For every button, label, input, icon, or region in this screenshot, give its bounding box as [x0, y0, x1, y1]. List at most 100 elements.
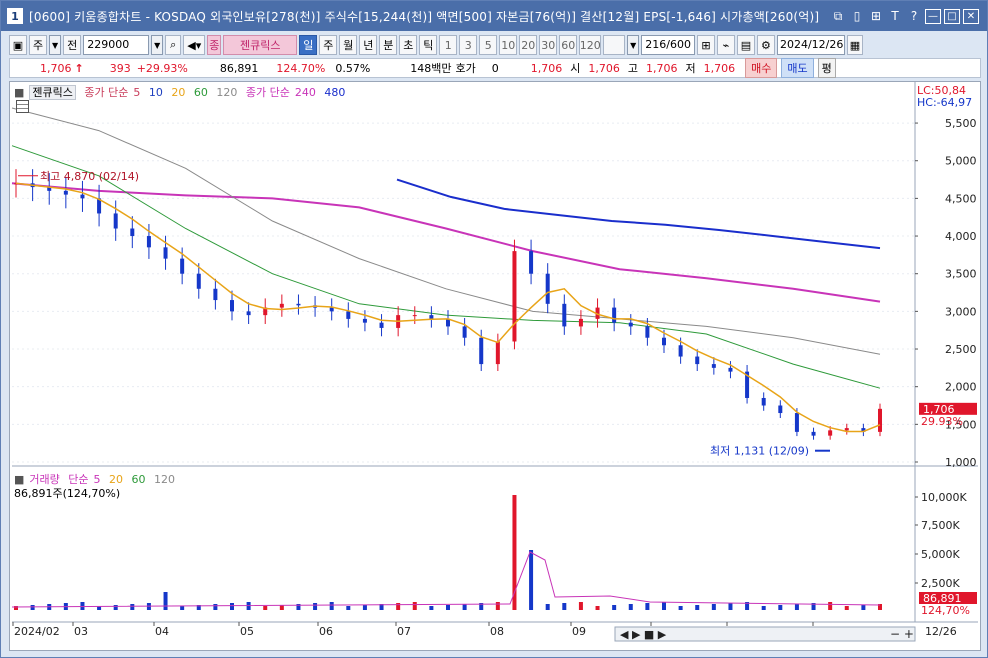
interval-year[interactable]: 년	[359, 35, 378, 55]
table-icon[interactable]	[16, 100, 29, 113]
stock-prefix-badge: 종	[207, 35, 222, 55]
candle-body	[645, 326, 650, 338]
quote-label: 호가	[455, 62, 476, 75]
window-title: [0600] 키움종합차트 - KOSDAQ 외국인보유[278(천)] 주식수…	[29, 9, 820, 24]
period-select[interactable]: 주	[29, 35, 48, 55]
interval-month[interactable]: 월	[339, 35, 358, 55]
legend-ma60[interactable]: 60	[194, 86, 208, 99]
chart-type-icon[interactable]: ▣	[9, 35, 27, 55]
candle-body	[778, 405, 783, 414]
interval-num-1[interactable]: 1	[439, 35, 458, 55]
volume-ma-line	[11, 551, 881, 608]
help-icon[interactable]: ?	[906, 9, 922, 24]
interval-num-10[interactable]: 10	[499, 35, 518, 55]
window-number-icon[interactable]: 1	[7, 8, 23, 24]
volume-bar	[346, 606, 351, 610]
interval-second[interactable]: 초	[399, 35, 418, 55]
text-icon[interactable]: T	[887, 9, 903, 24]
chart-canvas[interactable]: 5,500 5,000 4,500 4,000 3,500 3,000 2,500 2,000…	[10, 82, 980, 650]
high-price: 1,706	[646, 61, 678, 75]
interval-num-120[interactable]: 120	[579, 35, 602, 55]
candle-body	[578, 318, 583, 327]
interval-minute[interactable]: 분	[379, 35, 398, 55]
data-count-input[interactable]: 216/600	[641, 35, 695, 55]
interval-week[interactable]: 주	[319, 35, 338, 55]
legend-ma20[interactable]: 20	[171, 86, 185, 99]
last-date-label: 12/26	[925, 625, 957, 638]
interval-num-5[interactable]: 5	[479, 35, 498, 55]
gear-icon[interactable]: ⚙	[756, 35, 775, 55]
candle-body	[329, 307, 334, 312]
chart-window: 1 [0600] 키움종합차트 - KOSDAQ 외국인보유[278(천)] 주…	[0, 0, 988, 658]
compare-icon[interactable]: ⌁	[716, 35, 735, 55]
volume-ma120[interactable]: 120	[154, 473, 175, 486]
interval-num-30[interactable]: 30	[539, 35, 558, 55]
sell-order-button[interactable]: 매도	[781, 58, 814, 78]
volume-ma60[interactable]: 60	[132, 473, 146, 486]
candle-body	[113, 213, 118, 229]
volume-bar	[213, 604, 218, 610]
low-label: 저	[685, 62, 696, 75]
legend-ma480[interactable]: 480	[324, 86, 345, 99]
legend-ma240[interactable]: 240	[295, 86, 316, 99]
legend-ma5[interactable]: 5	[133, 86, 140, 99]
close-button[interactable]: ✕	[963, 9, 979, 24]
candle-body	[612, 307, 617, 323]
volume-bar	[396, 603, 401, 610]
candle-body	[213, 288, 218, 301]
price-tick-label: 1,000	[945, 456, 977, 469]
date-tick-label: 09	[572, 625, 586, 638]
ma20-line	[15, 182, 881, 433]
volume-tag-pct: 124,70%	[921, 604, 970, 617]
link-icon[interactable]: ⧉	[830, 9, 846, 24]
price-tick-label: 2,000	[945, 381, 977, 394]
volume-bar	[230, 603, 234, 610]
grid-icon[interactable]: ⊞	[696, 35, 715, 55]
candle-body	[662, 337, 666, 346]
stock-dropdown-icon[interactable]: ▼	[151, 35, 164, 55]
candle-body	[279, 303, 284, 308]
minimize-panel-icon[interactable]: ▯	[849, 9, 865, 24]
volume-value: 86,891	[219, 61, 259, 75]
volume-ratio: 124.70%	[276, 61, 326, 75]
candle-body	[80, 194, 85, 199]
candle-body	[180, 258, 185, 274]
legend-ma10[interactable]: 10	[149, 86, 163, 99]
high-marker-label: 최고 4,870 (02/14)	[40, 170, 139, 183]
interval-dropdown-icon[interactable]: ▼	[627, 35, 640, 55]
current-price-2: 1,706	[530, 61, 563, 75]
stock-name[interactable]: 젠큐릭스	[223, 35, 298, 55]
maximize-button[interactable]: □	[944, 9, 960, 24]
interval-day[interactable]: 일	[299, 35, 318, 55]
chevron-down-icon[interactable]: ▼	[49, 35, 62, 55]
average-button[interactable]: 평	[817, 58, 836, 78]
ma-line-종가-단순-60	[11, 145, 881, 389]
layout-icon[interactable]: ⊞	[868, 9, 884, 24]
stock-code-input[interactable]: 229000	[83, 35, 150, 55]
candle-body	[562, 303, 567, 327]
custom-interval-input[interactable]	[603, 35, 626, 55]
legend-square-icon[interactable]: ■	[14, 86, 24, 99]
interval-num-60[interactable]: 60	[559, 35, 578, 55]
market-select[interactable]: 전	[63, 35, 82, 55]
turnover-rate: 0.57%	[335, 61, 371, 75]
legend-sma-label[interactable]: 종가 단순	[84, 86, 128, 99]
legend-ma120[interactable]: 120	[216, 86, 237, 99]
buy-order-button[interactable]: 매수	[745, 58, 778, 78]
search-icon[interactable]: ⌕	[165, 35, 182, 55]
interval-num-3[interactable]: 3	[459, 35, 478, 55]
interval-num-20[interactable]: 20	[519, 35, 538, 55]
volume-bar	[446, 605, 450, 610]
candle-body	[529, 251, 534, 274]
calendar-icon[interactable]: ▦	[846, 35, 863, 55]
minimize-button[interactable]: —	[925, 9, 941, 24]
candle-body	[495, 341, 500, 365]
legend-long-sma-label[interactable]: 종가 단순	[246, 86, 290, 99]
candle-body	[462, 326, 467, 338]
date-input[interactable]: 2024/12/26	[776, 35, 845, 55]
chart-area[interactable]: 5,500 5,000 4,500 4,000 3,500 3,000 2,500 2,000…	[9, 81, 981, 651]
interval-tick[interactable]: 틱	[419, 35, 438, 55]
legend-stock-name[interactable]: 젠큐릭스	[29, 85, 76, 100]
save-icon[interactable]: ▤	[736, 35, 755, 55]
speaker-icon[interactable]: ◀▾	[183, 35, 206, 55]
